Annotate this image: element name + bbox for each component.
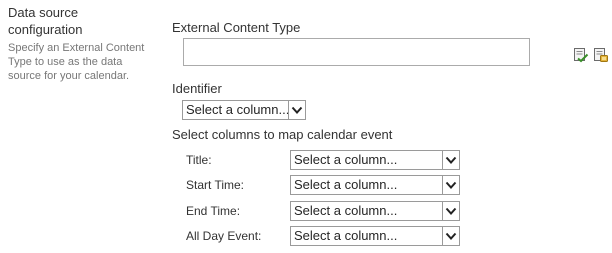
- identifier-selected-value: Select a column...: [186, 102, 290, 117]
- section-description: Specify an External Content Type to use …: [8, 42, 145, 82]
- identifier-select[interactable]: Select a column...: [182, 100, 306, 120]
- title-column-select[interactable]: Select a column...: [290, 150, 460, 170]
- end-time-field-label: End Time:: [186, 204, 241, 218]
- all-day-event-field-label: All Day Event:: [186, 229, 262, 243]
- mapping-heading: Select columns to map calendar event: [172, 127, 393, 142]
- end-time-column-select[interactable]: Select a column...: [290, 201, 460, 221]
- chevron-down-icon: [288, 101, 305, 119]
- start-time-column-select[interactable]: Select a column...: [290, 175, 460, 195]
- start-time-column-selected-value: Select a column...: [294, 177, 398, 192]
- end-time-column-selected-value: Select a column...: [294, 203, 398, 218]
- title-column-selected-value: Select a column...: [294, 152, 398, 167]
- identifier-label: Identifier: [172, 81, 222, 96]
- chevron-down-icon: [442, 227, 459, 245]
- chevron-down-icon: [442, 176, 459, 194]
- section-title: Data source configuration: [8, 5, 83, 37]
- external-content-type-label: External Content Type: [172, 20, 301, 35]
- browse-content-types-icon[interactable]: [593, 47, 609, 63]
- external-content-type-input[interactable]: [183, 38, 530, 66]
- check-names-icon[interactable]: [573, 47, 589, 63]
- all-day-event-column-selected-value: Select a column...: [294, 228, 398, 243]
- chevron-down-icon: [442, 151, 459, 169]
- chevron-down-icon: [442, 202, 459, 220]
- title-field-label: Title:: [186, 153, 212, 167]
- all-day-event-column-select[interactable]: Select a column...: [290, 226, 460, 246]
- start-time-field-label: Start Time:: [186, 178, 245, 192]
